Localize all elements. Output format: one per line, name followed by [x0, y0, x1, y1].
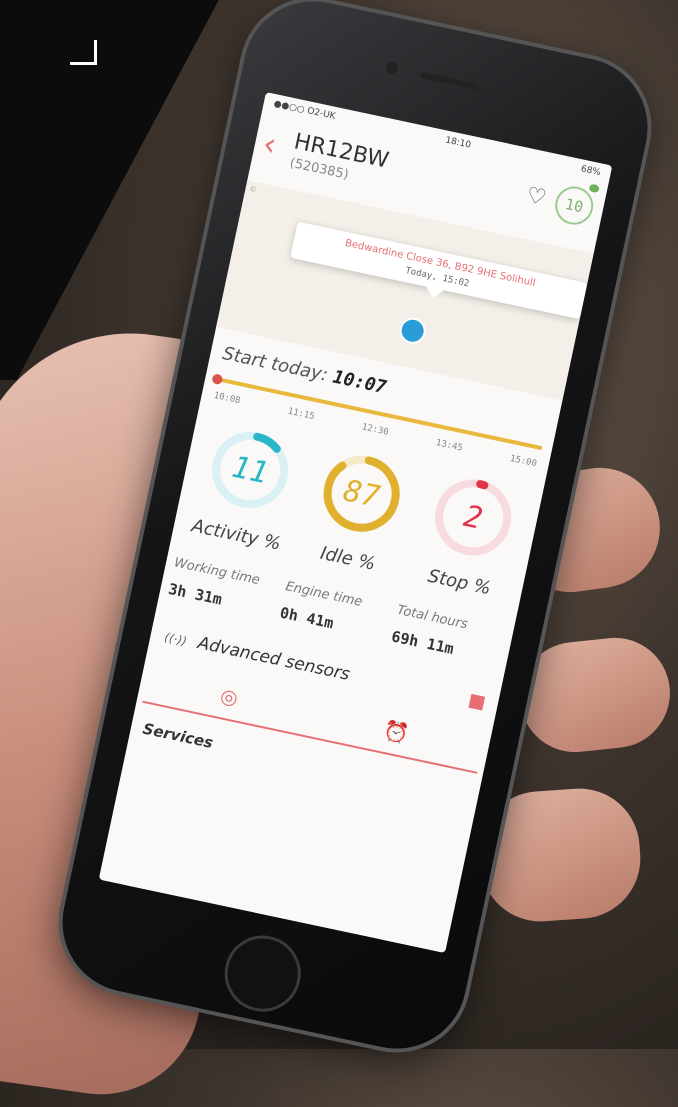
map-attribution: © — [248, 184, 258, 195]
stop-gauge: 2 Stop % — [403, 465, 535, 604]
score-badge-value: 10 — [563, 194, 585, 217]
start-today-label: Start today: — [220, 342, 330, 386]
alarm-clock-tab-icon[interactable]: ⏰ — [382, 718, 411, 747]
gauge-value: 2 — [460, 498, 486, 537]
sensor-signal-icon: ((·)) — [163, 630, 189, 649]
gauge-ring: 87 — [312, 444, 412, 544]
corner-bracket-icon — [70, 40, 97, 65]
start-today-time: 10:07 — [330, 366, 389, 399]
sensor-indicator-icon — [468, 693, 486, 711]
gauge-value: 11 — [228, 449, 272, 491]
vehicle-title-block: HR12BW (520385) — [288, 129, 391, 190]
activity-gauge: 11 Activity % — [180, 417, 312, 556]
gauge-ring: 11 — [200, 420, 300, 520]
earpiece — [419, 71, 480, 91]
idle-gauge: 87 Idle % — [292, 441, 424, 580]
clock-label: 18:10 — [444, 135, 472, 151]
location-tab-icon[interactable]: ◎ — [218, 683, 240, 710]
gauge-value: 87 — [340, 472, 383, 515]
location-pin-icon[interactable] — [397, 315, 429, 347]
favorite-heart-icon[interactable]: ♡ — [524, 183, 549, 212]
badge-indicator-icon — [588, 183, 600, 194]
battery-label: 68% — [579, 164, 602, 179]
camera — [384, 60, 400, 75]
home-button[interactable] — [217, 928, 308, 1019]
gauge-ring: 2 — [423, 468, 523, 568]
back-chevron-icon[interactable]: ‹ — [260, 124, 280, 164]
finger — [514, 632, 676, 758]
